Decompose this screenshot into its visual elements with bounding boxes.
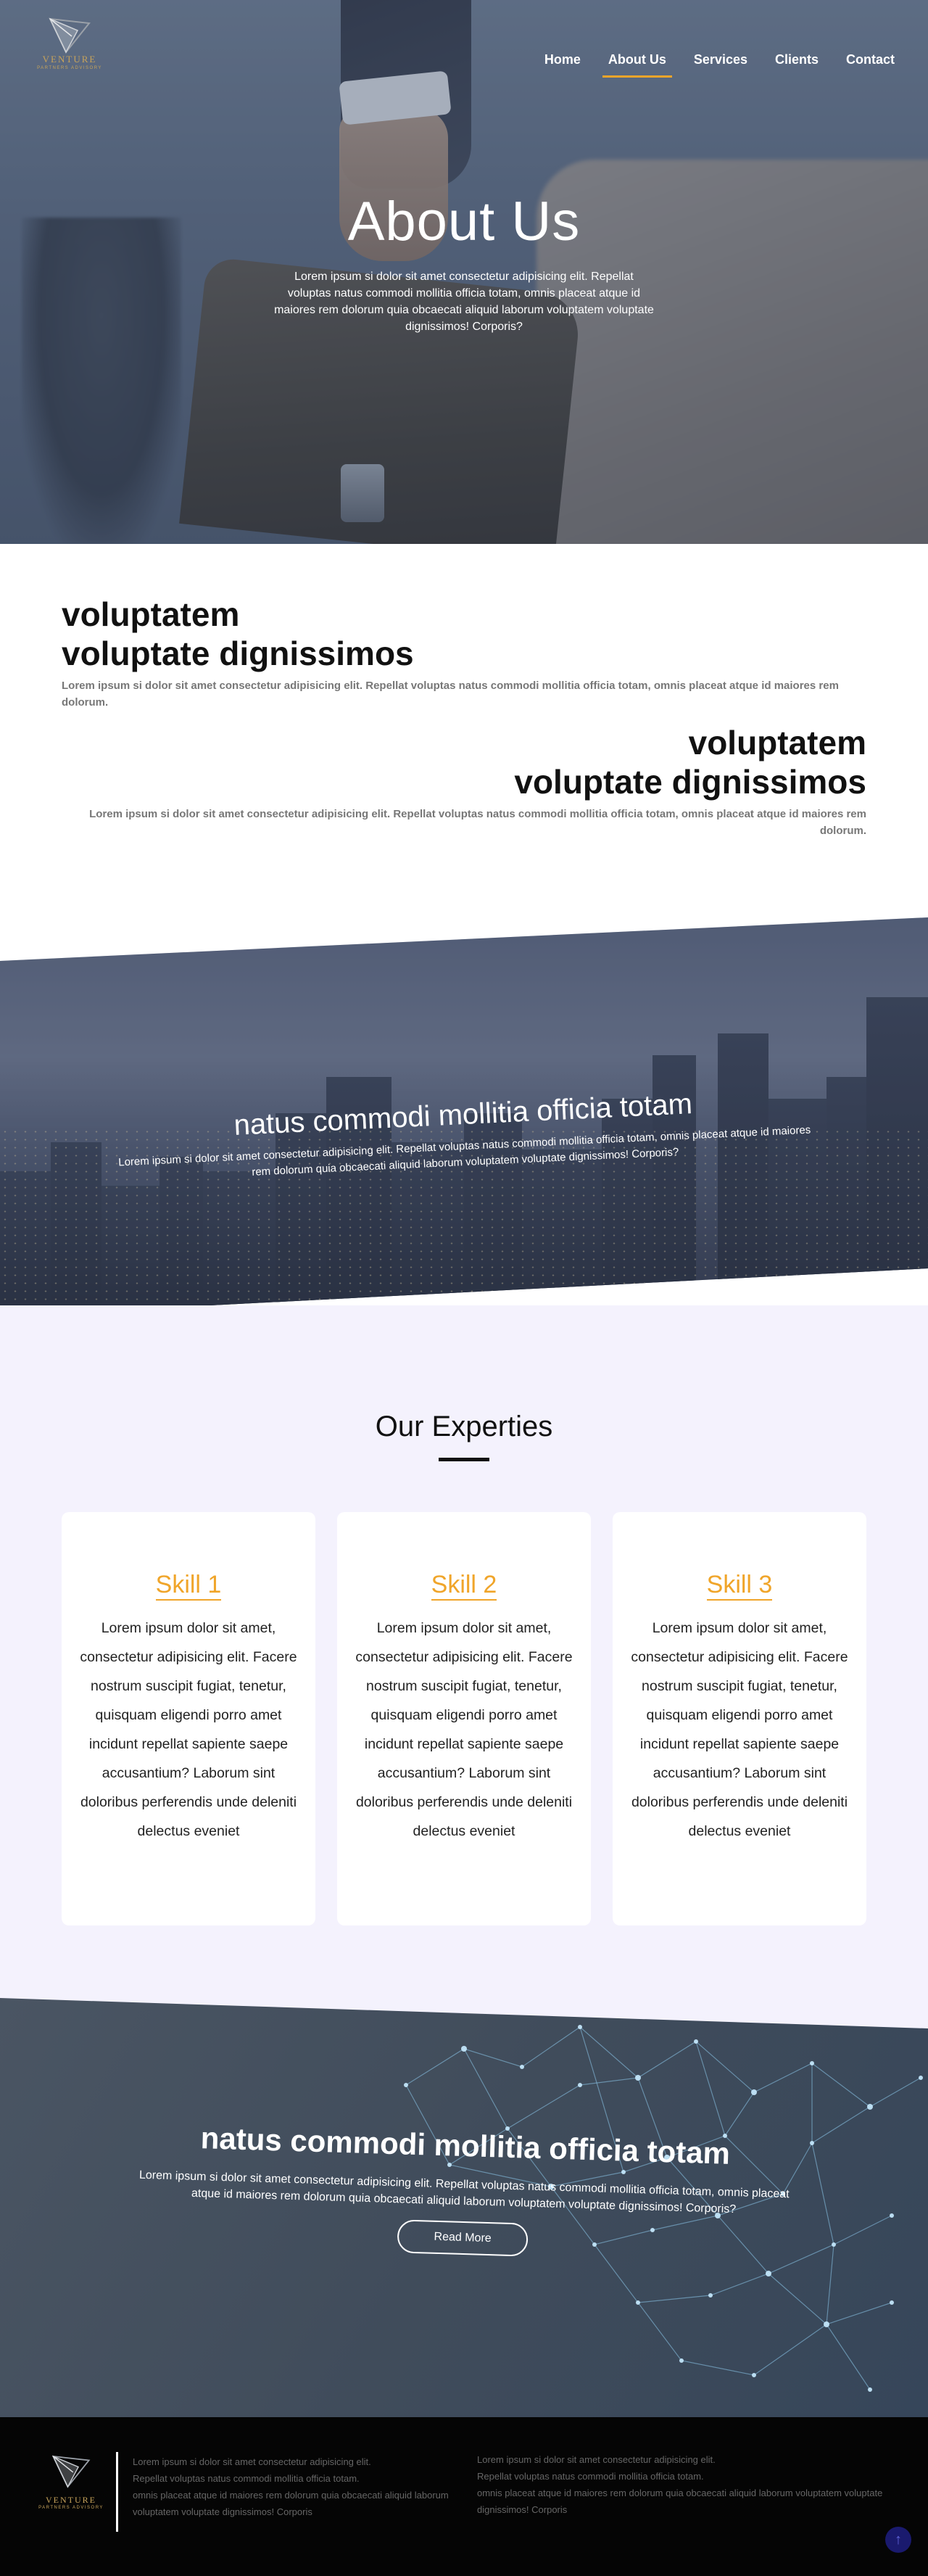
arrow-up-icon: ↑ <box>895 2532 902 2548</box>
page-title: About Us <box>347 191 581 252</box>
about-heading-line2: voluptate dignissimos <box>62 635 414 672</box>
expertise-title: Our Experties <box>375 1411 553 1442</box>
network-banner-text: Lorem ipsum si dolor sit amet consectetu… <box>138 2168 790 2216</box>
expertise-title-underline <box>439 1458 489 1461</box>
skill-card: Skill 1 Lorem ipsum dolor sit amet, cons… <box>62 1512 315 1925</box>
logo-brand-name: VENTURE <box>42 54 97 65</box>
site-logo[interactable]: VENTURE PARTNERS ADVISORY <box>33 15 106 87</box>
nav-item-about-us[interactable]: About Us <box>602 52 672 78</box>
hero-lead-text: Lorem ipsum si dolor sit amet consectetu… <box>274 271 654 333</box>
logo-mark-icon <box>51 2455 91 2488</box>
footer-text-line: Lorem ipsum si dolor sit amet consectetu… <box>133 2456 371 2467</box>
skill-card-title[interactable]: Skill 3 <box>706 1570 773 1601</box>
footer-text-line: Repellat voluptas natus commodi mollitia… <box>477 2471 704 2482</box>
site-footer: VENTURE PARTNERS ADVISORY Lorem ipsum si… <box>0 2417 928 2576</box>
nav-item-home[interactable]: Home <box>544 52 581 75</box>
main-nav: Home About Us Services Clients Contact <box>544 52 895 78</box>
nav-item-contact[interactable]: Contact <box>846 52 895 75</box>
skill-card-text: Lorem ipsum dolor sit amet, consectetur … <box>355 1620 573 1839</box>
nav-item-clients[interactable]: Clients <box>775 52 819 75</box>
footer-text-line: Repellat voluptas natus commodi mollitia… <box>133 2473 360 2484</box>
footer-text-line: voluptatem voluptate dignissimos! Corpor… <box>133 2506 312 2517</box>
scroll-to-top-button[interactable]: ↑ <box>885 2527 911 2553</box>
read-more-button[interactable]: Read More <box>397 2219 529 2257</box>
footer-text-line: Lorem ipsum si dolor sit amet consectetu… <box>477 2454 716 2465</box>
network-banner-content: natus commodi mollitia officia totam Lor… <box>129 2118 800 2264</box>
about-heading: voluptatem voluptate dignissimos <box>62 723 866 801</box>
footer-brand-name: VENTURE <box>46 2495 96 2505</box>
footer-divider <box>116 2452 118 2532</box>
skill-card-title[interactable]: Skill 2 <box>431 1570 497 1601</box>
logo-mark-icon <box>49 17 91 54</box>
skill-card-text: Lorem ipsum dolor sit amet, consectetur … <box>80 1620 297 1839</box>
footer-text-line: omnis placeat atque id maiores rem dolor… <box>133 2490 449 2501</box>
skill-card-title[interactable]: Skill 1 <box>155 1570 222 1601</box>
about-text: Lorem ipsum si dolor sit amet consectetu… <box>62 680 839 709</box>
footer-column-1: Lorem ipsum si dolor sit amet consectetu… <box>133 2453 466 2520</box>
footer-text-line: dignissimos! Corporis <box>477 2504 568 2515</box>
logo-tagline: PARTNERS ADVISORY <box>37 66 102 70</box>
city-banner: natus commodi mollitia officia totam Lor… <box>0 917 928 1316</box>
footer-logo[interactable]: VENTURE PARTNERS ADVISORY <box>35 2452 107 2510</box>
about-block-left: voluptatem voluptate dignissimos Lorem i… <box>62 595 866 711</box>
about-block-right: voluptatem voluptate dignissimos Lorem i… <box>62 723 866 839</box>
about-heading-line2: voluptate dignissimos <box>514 763 866 801</box>
about-heading-line1: voluptatem <box>62 595 240 633</box>
expertise-section: Our Experties Skill 1 Lorem ipsum dolor … <box>0 1305 928 2038</box>
about-heading: voluptatem voluptate dignissimos <box>62 595 866 673</box>
skill-card: Skill 3 Lorem ipsum dolor sit amet, cons… <box>613 1512 866 1925</box>
nav-item-services[interactable]: Services <box>694 52 747 75</box>
skill-card: Skill 2 Lorem ipsum dolor sit amet, cons… <box>337 1512 591 1925</box>
footer-column-2: Lorem ipsum si dolor sit amet consectetu… <box>477 2451 898 2518</box>
skill-card-text: Lorem ipsum dolor sit amet, consectetur … <box>631 1620 848 1839</box>
hero-section: VENTURE PARTNERS ADVISORY Home About Us … <box>0 0 928 544</box>
about-text: Lorem ipsum si dolor sit amet consectetu… <box>89 808 866 837</box>
footer-brand-tagline: PARTNERS ADVISORY <box>38 2506 104 2510</box>
about-heading-line1: voluptatem <box>688 724 866 761</box>
footer-text-line: omnis placeat atque id maiores rem dolor… <box>477 2488 883 2498</box>
network-banner: natus commodi mollitia officia totam Lor… <box>0 1998 928 2419</box>
